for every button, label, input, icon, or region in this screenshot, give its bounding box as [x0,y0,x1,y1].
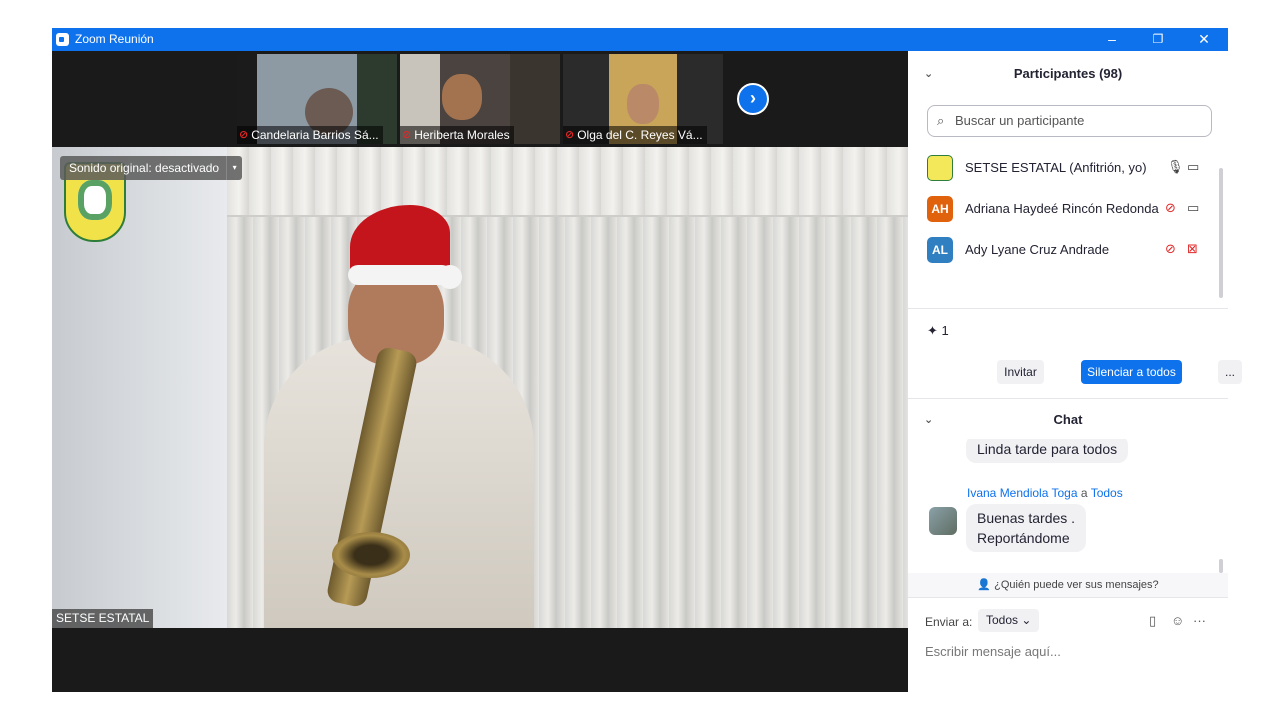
sidebar: ⌄ Participantes (98) ⌕ Buscar un partici… [908,51,1242,692]
close-button[interactable]: ✕ [1181,28,1227,51]
original-sound-control: Sonido original: desactivado ▾ [60,156,243,180]
muted-mic-icon: ⊘ [402,129,412,141]
participant-thumbnail[interactable]: ⊘ Olga del C. Reyes Vá... [563,54,723,144]
speaker-name-tag: SETSE ESTATAL [52,609,154,628]
divider [908,308,1228,309]
chat-message: Linda tarde para todos [966,439,1129,463]
chat-message-line: Reportándome [977,530,1070,546]
minimize-button[interactable]: – [1089,28,1135,51]
original-sound-button[interactable]: Sonido original: desactivado [60,156,226,180]
collapse-chat-icon[interactable]: ⌄ [924,405,933,435]
more-options-icon[interactable]: ··· [1193,613,1206,628]
participant-thumbnail[interactable]: ⊘ Heriberta Morales [400,54,560,144]
participant-row[interactable]: AH Adriana Haydeé Rincón Redonda ⊘ ▭ [908,189,1228,229]
avatar [927,155,953,181]
mic-icon[interactable]: 🎙 [1167,159,1184,175]
chat-message-input[interactable]: Escribir mensaje aquí... [925,641,1215,663]
participant-name: SETSE ESTATAL (Anfitrión, yo) [965,160,1147,175]
chat-header: ⌄ Chat [908,405,1228,435]
participants-header: ⌄ Participantes (98) [908,59,1228,89]
person-silhouette [627,84,659,124]
divider [908,398,1228,399]
chevron-down-icon[interactable]: ▾ [226,156,242,180]
video-off-icon[interactable]: ⊠ [1187,241,1198,257]
search-icon: ⌕ [937,113,945,128]
video-camera-icon[interactable]: ▭ [1187,159,1199,175]
divider [908,597,1228,598]
chat-title: Chat [1053,412,1083,427]
video-area: ⊘ Candelaria Barrios Sá... ⊘ Heriberta M… [52,51,908,692]
santa-hat-pompom [438,265,462,289]
next-page-button[interactable]: › [737,83,769,115]
mute-all-button[interactable]: Silenciar a todos [1081,360,1182,384]
active-speaker-video: Sonido original: desactivado ▾ SETSE EST… [52,147,908,628]
who-can-see-messages-link[interactable]: 👤 ¿Quién puede ver sus mensajes? [908,573,1228,597]
avatar [929,507,957,535]
reaction-count: 1 [941,323,949,338]
thumbnail-name-tag: ⊘ Olga del C. Reyes Vá... [563,126,707,144]
mic-muted-icon[interactable]: ⊘ [1165,200,1176,216]
participant-row[interactable]: AL Ady Lyane Cruz Andrade ⊘ ⊠ [908,230,1228,270]
search-placeholder: Buscar un participante [955,113,1085,128]
participants-scrollbar[interactable] [1219,168,1223,298]
thumbnail-name: Olga del C. Reyes Vá... [577,128,703,142]
more-options-button[interactable]: ... [1218,360,1242,384]
chat-to-word: a [1080,486,1088,500]
emoji-icon[interactable]: ☺ [1171,613,1184,628]
avatar: AH [927,196,953,222]
chat-sender[interactable]: Ivana Mendiola Toga [967,486,1078,500]
chat-sender-line: Ivana Mendiola Toga a Todos [967,486,1123,500]
file-icon[interactable]: ▯ [1149,613,1156,629]
participant-search-input[interactable]: ⌕ Buscar un participante [927,105,1212,137]
participant-name: Ady Lyane Cruz Andrade [965,242,1110,257]
collapse-participants-icon[interactable]: ⌄ [924,59,933,89]
chat-message: Buenas tardes . Reportándome [966,504,1087,552]
zoom-app-icon [56,33,69,46]
zoom-window: Zoom Reunión – ❐ ✕ ⊘ Candelaria Barrios … [52,28,1242,692]
thumbnail-name-tag: ⊘ Candelaria Barrios Sá... [237,126,383,144]
chat-scrollbar[interactable] [1219,559,1223,573]
chevron-right-icon: › [750,88,756,108]
invite-button[interactable]: Invitar [997,360,1044,384]
mic-muted-icon[interactable]: ⊘ [1165,241,1176,257]
thumbnail-name: Heriberta Morales [414,128,510,142]
curtain-valance [227,147,908,217]
title-bar: Zoom Reunión – ❐ ✕ [52,28,1228,51]
who-can-see-label: ¿Quién puede ver sus mensajes? [994,579,1159,591]
santa-hat-brim [348,265,452,285]
participants-title: Participantes (98) [1013,66,1123,81]
saxophone-bell [332,532,410,578]
muted-mic-icon: ⊘ [565,129,575,141]
send-to-select[interactable]: Todos ⌄ [978,609,1040,632]
thumbnail-name-tag: ⊘ Heriberta Morales [400,126,514,144]
reaction-counter: ✦ 1 [927,323,949,339]
send-to-value: Todos [986,613,1019,627]
thumbnail-name: Candelaria Barrios Sá... [251,128,379,142]
restore-button[interactable]: ❐ [1135,28,1181,51]
chat-messages: Linda tarde para todos Ivana Mendiola To… [908,439,1228,574]
participant-list: SETSE ESTATAL (Anfitrión, yo) 🎙 ▭ AH Adr… [908,148,1228,278]
send-to-label: Enviar a: [925,615,973,629]
participant-thumbnail[interactable]: ⊘ Candelaria Barrios Sá... [237,54,397,144]
chat-message-line: Buenas tardes . [977,510,1076,526]
video-camera-icon[interactable]: ▭ [1187,200,1199,216]
chat-recipient: Todos [1090,486,1123,500]
participant-row[interactable]: SETSE ESTATAL (Anfitrión, yo) 🎙 ▭ [908,148,1228,188]
person-silhouette [442,74,482,120]
participant-name: Adriana Haydeé Rincón Redonda [965,201,1159,216]
chevron-down-icon: ⌄ [1021,613,1032,627]
participant-row[interactable] [908,271,1228,278]
person-lock-icon: 👤 [977,579,992,591]
muted-mic-icon: ⊘ [239,129,249,141]
window-title: Zoom Reunión [75,32,154,46]
party-popper-icon: ✦ [927,323,938,338]
avatar: AL [927,237,953,263]
